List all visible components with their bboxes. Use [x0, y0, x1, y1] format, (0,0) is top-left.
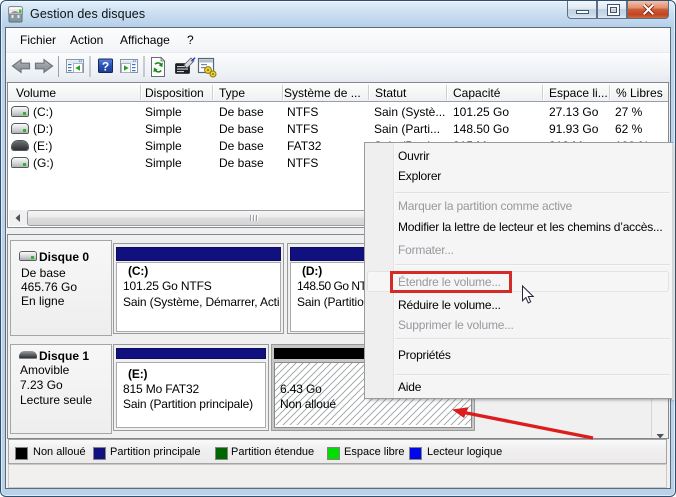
svg-text:?: ? [102, 60, 109, 74]
